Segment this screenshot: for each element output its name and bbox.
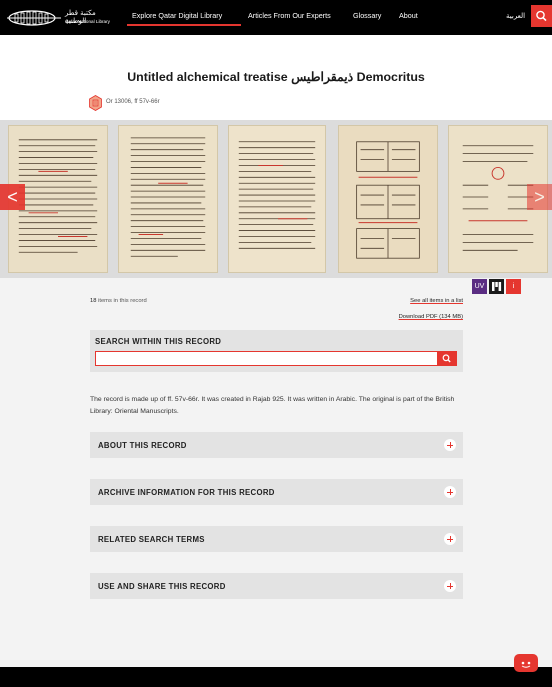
logo-english-text: Qatar National Library — [65, 19, 110, 24]
items-count-label: items in this record — [96, 298, 147, 304]
shelfmark: Or 13006, ff 57v-66r — [106, 99, 160, 105]
accordion-label: RELATED SEARCH TERMS — [98, 535, 205, 544]
record-title: Untitled alchemical treatise ذيمقراطيس D… — [127, 70, 425, 84]
nav-explore[interactable]: Explore Qatar Digital Library — [132, 11, 222, 20]
nav-about[interactable]: About — [399, 11, 418, 20]
info-button[interactable]: i — [506, 279, 521, 294]
accordion-label: USE AND SHARE THIS RECORD — [98, 582, 226, 591]
accordion-related-search-terms[interactable]: RELATED SEARCH TERMS — [90, 526, 463, 552]
download-pdf-link[interactable]: Download PDF (134 MB) — [399, 314, 463, 320]
manuscript-icon — [89, 95, 102, 111]
header-search-button[interactable] — [531, 5, 552, 27]
mirador-viewer-button[interactable] — [489, 279, 504, 294]
search-within-record-title: SEARCH WITHIN THIS RECORD — [95, 337, 222, 346]
carousel-prev-button[interactable]: < — [0, 184, 25, 210]
footer-bar — [0, 667, 552, 687]
page-thumbnail[interactable] — [228, 125, 326, 273]
search-within-record-button[interactable] — [437, 351, 457, 366]
logo-emblem-icon — [7, 10, 61, 26]
carousel-next-button[interactable]: > — [527, 184, 552, 210]
search-icon — [536, 10, 547, 22]
chat-widget-button[interactable] — [514, 654, 538, 672]
nav-glossary[interactable]: Glossary — [353, 11, 381, 20]
expand-plus-icon[interactable] — [444, 533, 456, 545]
accordion-use-and-share[interactable]: USE AND SHARE THIS RECORD — [90, 573, 463, 599]
page-thumbnail[interactable] — [118, 125, 218, 273]
see-all-items-link[interactable]: See all items in a list — [410, 298, 463, 304]
expand-plus-icon[interactable] — [444, 486, 456, 498]
record-description: The record is made up of ff. 57v-66r. It… — [90, 396, 455, 415]
accordion-archive-information[interactable]: ARCHIVE INFORMATION FOR THIS RECORD — [90, 479, 463, 505]
expand-plus-icon[interactable] — [444, 439, 456, 451]
accordion-label: ABOUT THIS RECORD — [98, 441, 187, 450]
language-switch-link[interactable]: العربية — [506, 12, 525, 20]
search-icon — [442, 354, 451, 363]
items-count: 18 items in this record — [90, 298, 147, 304]
accordion-about-this-record[interactable]: ABOUT THIS RECORD — [90, 432, 463, 458]
mirador-icon — [492, 282, 502, 291]
search-within-record-input[interactable] — [95, 351, 438, 366]
accordion-label: ARCHIVE INFORMATION FOR THIS RECORD — [98, 488, 275, 497]
expand-plus-icon[interactable] — [444, 580, 456, 592]
page-thumbnail[interactable] — [338, 125, 438, 273]
nav-articles[interactable]: Articles From Our Experts — [248, 11, 331, 20]
qnl-logo[interactable]: مكتبة قطر الوطنية Qatar National Library — [7, 8, 111, 28]
universal-viewer-button[interactable]: UV — [472, 279, 487, 294]
chat-icon — [521, 661, 531, 668]
active-nav-underline — [127, 24, 241, 26]
